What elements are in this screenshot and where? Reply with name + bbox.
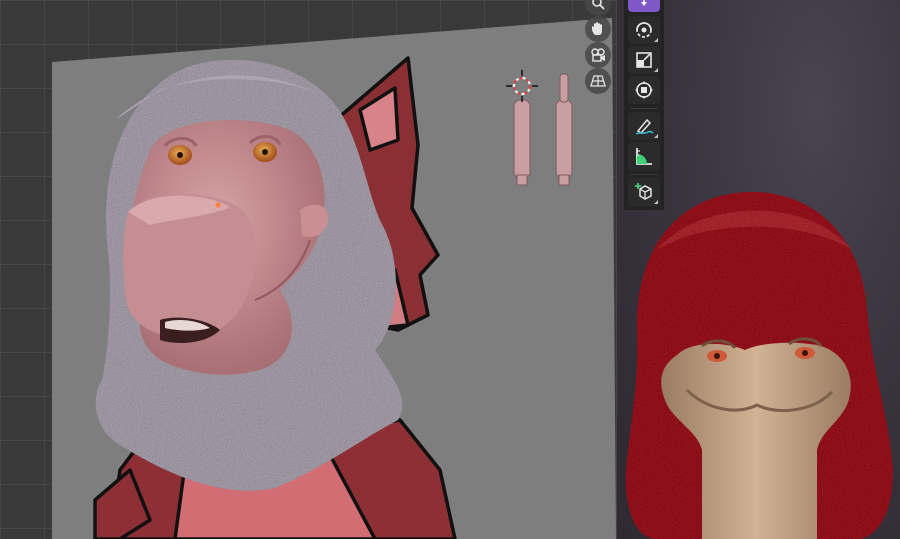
secondary-viewport[interactable] (617, 0, 900, 539)
tool-shelf (624, 0, 664, 210)
pan-button[interactable] (585, 16, 611, 42)
zoom-button[interactable] (585, 0, 611, 16)
main-3d-viewport[interactable] (0, 0, 617, 539)
zoom-magnifier-icon (592, 0, 605, 10)
scene-render (52, 18, 616, 539)
transform-tool-icon (635, 81, 653, 99)
toolbar-separator (630, 174, 658, 175)
toolbar-separator (630, 108, 658, 109)
cursor-tool-button[interactable] (628, 0, 660, 12)
rotate-tool-icon (636, 22, 652, 38)
measure-tool-icon (636, 148, 652, 165)
camera-view-button[interactable] (585, 42, 611, 68)
annotate-tool-button[interactable] (628, 112, 660, 140)
perspective-grid-icon (590, 75, 606, 87)
pan-hand-icon (592, 22, 602, 35)
navigation-gizmo (585, 0, 611, 100)
cursor-tool-icon (641, 0, 647, 6)
annotate-tool-icon (635, 118, 654, 135)
camera-view-icon (591, 48, 605, 62)
rotate-tool-button[interactable] (628, 16, 660, 44)
preview-render (625, 191, 893, 539)
transform-tool-button[interactable] (628, 76, 660, 104)
perspective-toggle-button[interactable] (585, 68, 611, 94)
scale-tool-icon (636, 52, 652, 68)
measure-tool-button[interactable] (628, 142, 660, 170)
scale-tool-button[interactable] (628, 46, 660, 74)
